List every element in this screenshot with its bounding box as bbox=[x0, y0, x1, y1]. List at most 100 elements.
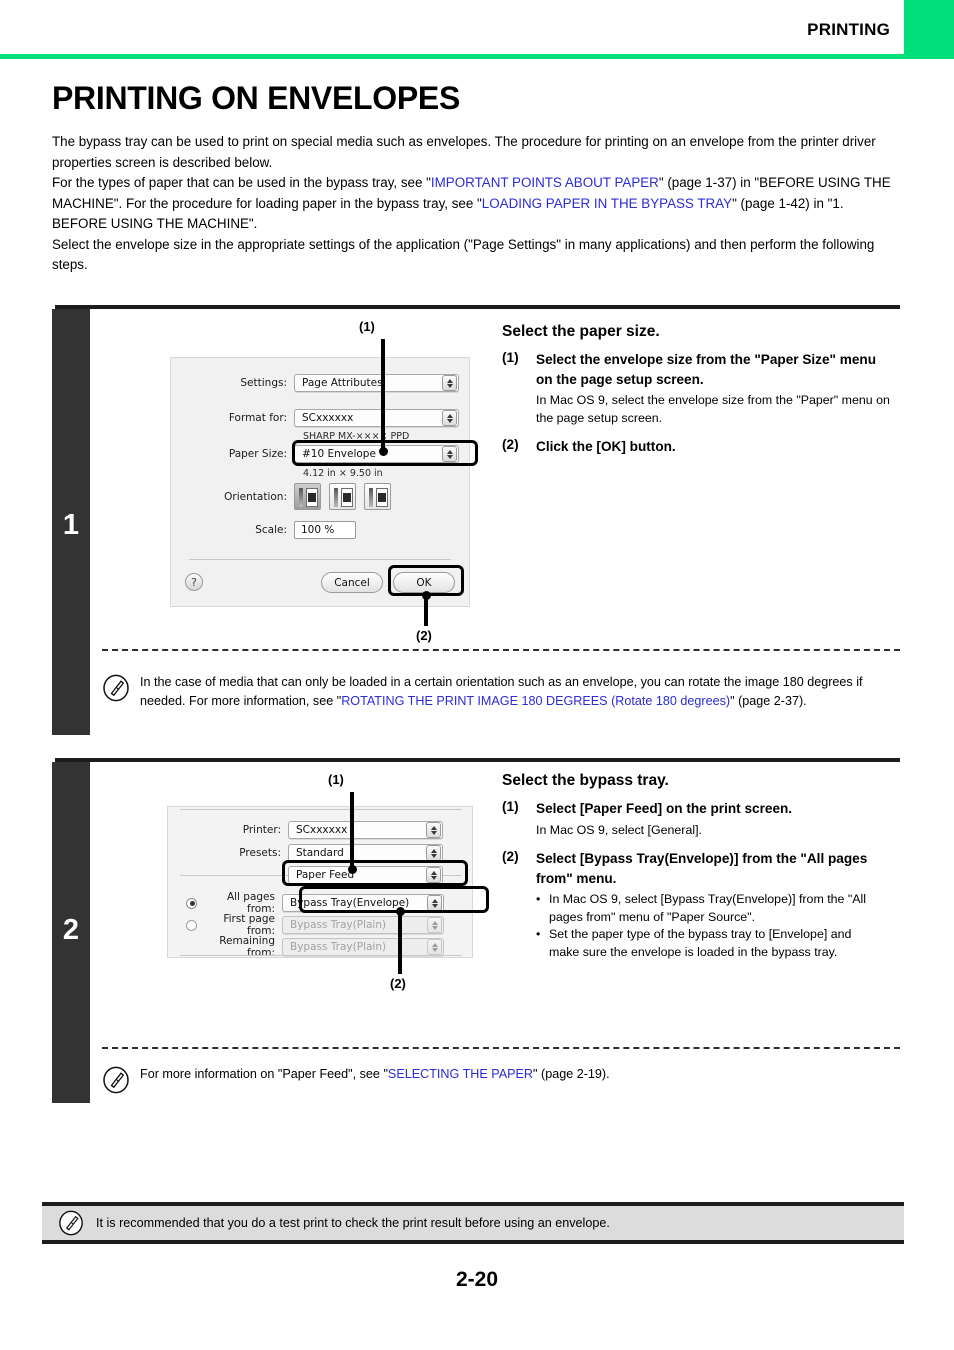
help-icon[interactable]: ? bbox=[185, 573, 203, 591]
pane-select-stepper-icon[interactable] bbox=[426, 867, 441, 883]
orientation-landscape-right-button[interactable] bbox=[329, 483, 356, 510]
presets-popup[interactable]: Standard bbox=[288, 844, 443, 862]
settings-label: Settings: bbox=[240, 377, 287, 389]
presets-stepper-icon[interactable] bbox=[426, 845, 441, 861]
printer-row: Printer: SCxxxxxx bbox=[168, 821, 468, 839]
print-dialog: Printer: SCxxxxxx Presets: Standard Pape… bbox=[167, 806, 476, 959]
presets-row: Presets: Standard bbox=[168, 844, 468, 862]
header-accent-block bbox=[904, 0, 954, 58]
first-page-from-radio[interactable] bbox=[186, 919, 197, 931]
orientation-portrait-button[interactable] bbox=[294, 483, 321, 510]
paper-size-popup[interactable]: #10 Envelope bbox=[294, 445, 459, 463]
dialog-divider bbox=[189, 559, 451, 560]
page-number: 2-20 bbox=[455, 1268, 499, 1291]
pane-select-popup[interactable]: Paper Feed bbox=[288, 866, 443, 884]
all-pages-from-value: Bypass Tray(Envelope) bbox=[290, 897, 410, 909]
first-page-from-row: First page from: Bypass Tray(Plain) bbox=[186, 913, 476, 937]
orientation-row: Orientation: bbox=[171, 483, 463, 510]
recommendation-bar: It is recommended that you do a test pri… bbox=[42, 1202, 904, 1244]
format-for-row: Format for: SCxxxxxx bbox=[171, 409, 463, 427]
link-loading-paper-in-the-bypass-tray[interactable]: LOADING PAPER IN THE BYPASS TRAY bbox=[482, 196, 732, 211]
note-pencil-icon bbox=[102, 674, 130, 702]
paper-size-value: #10 Envelope bbox=[302, 448, 376, 460]
page-setup-dialog: Settings: Page Attributes Format for: SC… bbox=[170, 357, 470, 607]
orientation-landscape-left-button[interactable] bbox=[364, 483, 391, 510]
printer-popup[interactable]: SCxxxxxx bbox=[288, 821, 443, 839]
step-2-top-rule bbox=[55, 758, 900, 762]
bullet-dot-icon: • bbox=[536, 927, 541, 941]
print-dialog-bottom-divider bbox=[180, 955, 462, 956]
pane-select-row: Paper Feed bbox=[288, 866, 443, 884]
step-1-note-b: " (page 2-37). bbox=[730, 693, 807, 708]
callout-1-leader-dot bbox=[379, 447, 388, 456]
settings-value: Page Attributes bbox=[302, 377, 383, 389]
step-2-item-2: (2) Select [Bypass Tray(Envelope)] from … bbox=[502, 849, 898, 888]
format-for-value: SCxxxxxx bbox=[302, 412, 354, 424]
intro-paragraph-3: Select the envelope size in the appropri… bbox=[52, 236, 875, 273]
link-important-points-about-paper[interactable]: IMPORTANT POINTS ABOUT PAPER bbox=[431, 175, 659, 190]
all-pages-from-row: All pages from: Bypass Tray(Envelope) bbox=[186, 891, 476, 915]
step-1-dashed-separator bbox=[102, 649, 900, 651]
settings-stepper-icon[interactable] bbox=[442, 375, 457, 391]
format-for-popup[interactable]: SCxxxxxx bbox=[294, 409, 459, 427]
callout-2-leader-dot bbox=[422, 591, 431, 600]
step-1-item-1-marker: (1) bbox=[502, 350, 519, 365]
scale-value: 100 % bbox=[301, 524, 335, 536]
step-2-item-1-marker: (1) bbox=[502, 799, 519, 814]
step-2-callout-2-leader-dot bbox=[396, 907, 405, 916]
remaining-from-value: Bypass Tray(Plain) bbox=[290, 941, 387, 953]
intro-p2-a: For the types of paper that can be used … bbox=[52, 175, 431, 190]
page-title: PRINTING ON ENVELOPES bbox=[52, 80, 460, 116]
all-pages-from-stepper-icon[interactable] bbox=[427, 895, 442, 911]
all-pages-from-radio[interactable] bbox=[186, 897, 197, 909]
step-2-callout-1-leader-dot bbox=[348, 865, 357, 874]
step-2-item-2-text: Select [Bypass Tray(Envelope)] from the … bbox=[536, 851, 868, 886]
step-2-heading: Select the bypass tray. bbox=[502, 772, 669, 789]
scale-input[interactable]: 100 % bbox=[294, 521, 356, 539]
bullet-dot-icon: • bbox=[536, 892, 541, 906]
cancel-button[interactable]: Cancel bbox=[321, 572, 383, 593]
step-1-item-2-marker: (2) bbox=[502, 437, 519, 452]
format-for-label: Format for: bbox=[228, 412, 287, 424]
scale-row: Scale: 100 % bbox=[171, 521, 463, 539]
intro-text: The bypass tray can be used to print on … bbox=[52, 132, 900, 276]
printer-stepper-icon[interactable] bbox=[426, 822, 441, 838]
all-pages-from-label: All pages from: bbox=[226, 891, 275, 915]
step-2-item-2-marker: (2) bbox=[502, 849, 519, 864]
remaining-from-popup[interactable]: Bypass Tray(Plain) bbox=[282, 938, 444, 956]
printer-label: Printer: bbox=[242, 824, 281, 836]
first-page-from-stepper-icon[interactable] bbox=[427, 917, 442, 933]
step-2-dashed-separator bbox=[102, 1047, 900, 1049]
remaining-from-stepper-icon[interactable] bbox=[427, 939, 442, 955]
recommendation-text: It is recommended that you do a test pri… bbox=[96, 1215, 610, 1230]
step-1-heading: Select the paper size. bbox=[502, 323, 660, 340]
step-2-number-bar: 2 bbox=[52, 762, 90, 1103]
settings-row: Settings: Page Attributes bbox=[171, 374, 463, 392]
step-1-number: 1 bbox=[62, 509, 80, 541]
paper-size-label: Paper Size: bbox=[228, 448, 287, 460]
all-pages-from-popup[interactable]: Bypass Tray(Envelope) bbox=[282, 894, 444, 912]
format-for-stepper-icon[interactable] bbox=[442, 410, 457, 426]
step-1-item-2: (2) Click the [OK] button. bbox=[502, 437, 898, 457]
header-accent-rule bbox=[0, 54, 954, 59]
header-chapter-title: PRINTING bbox=[807, 20, 890, 39]
callout-1-leader-line bbox=[381, 339, 385, 452]
step-2-note-text: For more information on "Paper Feed", se… bbox=[140, 1065, 895, 1094]
settings-popup[interactable]: Page Attributes bbox=[294, 374, 459, 392]
ok-button[interactable]: OK bbox=[393, 572, 455, 593]
step-2-note: For more information on "Paper Feed", se… bbox=[102, 1065, 900, 1094]
note-pencil-icon bbox=[58, 1210, 86, 1238]
first-page-from-popup[interactable]: Bypass Tray(Plain) bbox=[282, 916, 444, 934]
step-2-callout-1-label: (1) bbox=[328, 772, 344, 787]
link-rotating-the-print-image-180-degrees[interactable]: ROTATING THE PRINT IMAGE 180 DEGREES (Ro… bbox=[341, 694, 730, 708]
paper-size-stepper-icon[interactable] bbox=[442, 446, 457, 462]
step-1-instructions: Select the paper size. (1) Select the en… bbox=[502, 323, 898, 459]
note-pencil-icon bbox=[102, 1066, 130, 1094]
step-2-callout-2-leader-line bbox=[398, 910, 402, 974]
ppd-description: SHARP MX-×××× PPD bbox=[303, 431, 410, 442]
step-2-bullet-1: • In Mac OS 9, select [Bypass Tray(Envel… bbox=[536, 891, 898, 926]
callout-1-label: (1) bbox=[359, 319, 375, 334]
link-selecting-the-paper[interactable]: SELECTING THE PAPER bbox=[388, 1067, 533, 1081]
orientation-label: Orientation: bbox=[224, 490, 287, 503]
intro-paragraph-2: For the types of paper that can be used … bbox=[52, 173, 900, 235]
